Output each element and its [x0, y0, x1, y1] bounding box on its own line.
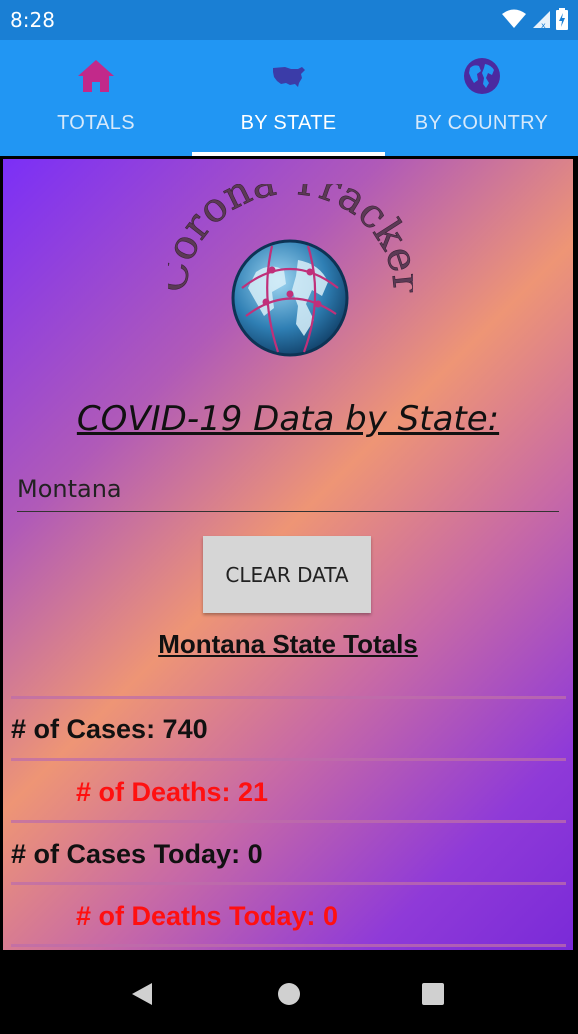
tab-by-country-label: BY COUNTRY: [414, 112, 549, 134]
home-nav-icon[interactable]: [277, 981, 301, 1007]
divider: [11, 696, 566, 699]
state-input-underline: [17, 511, 559, 512]
divider: [11, 820, 566, 823]
globe-icon: [463, 58, 500, 94]
home-icon: [78, 60, 114, 92]
system-nav-bar: [0, 953, 578, 1034]
tab-totals-label: TOTALS: [57, 112, 135, 134]
signal-icon: x: [533, 11, 550, 29]
active-tab-indicator: [192, 152, 385, 156]
clear-data-button[interactable]: CLEAR DATA: [203, 536, 371, 613]
status-time: 8:28: [10, 8, 55, 32]
status-bar: 8:28 x: [0, 0, 578, 40]
cases-today-stat: # of Cases Today: 0: [11, 839, 263, 869]
usa-map-icon: [272, 67, 305, 87]
tab-by-state[interactable]: BY STATE: [192, 40, 385, 156]
deaths-stat: # of Deaths: 21: [76, 777, 269, 807]
cases-stat: # of Cases: 740: [11, 714, 208, 744]
corona-tracker-logo: Corona Tracker: [149, 159, 431, 364]
page-title: COVID-19 Data by State:: [76, 399, 500, 439]
deaths-today-stat: # of Deaths Today: 0: [76, 901, 339, 931]
state-input[interactable]: Montana: [17, 475, 559, 503]
divider: [11, 758, 566, 761]
wifi-icon: [502, 9, 526, 28]
svg-text:x: x: [541, 21, 546, 29]
state-totals-heading: Montana State Totals: [158, 629, 418, 659]
battery-icon: [556, 8, 568, 30]
divider: [11, 944, 566, 947]
recents-icon[interactable]: [421, 981, 445, 1007]
tab-bar: TOTALS BY STATE BY COUNTRY: [0, 40, 578, 156]
tab-by-state-label: BY STATE: [240, 112, 337, 134]
tab-by-country[interactable]: BY COUNTRY: [385, 40, 578, 156]
status-icons: x: [502, 8, 568, 30]
tab-totals[interactable]: TOTALS: [0, 40, 192, 156]
main-content: Corona Tracker COVID-19 Data by State: M…: [3, 159, 573, 950]
divider: [11, 882, 566, 885]
back-icon[interactable]: [130, 981, 154, 1007]
